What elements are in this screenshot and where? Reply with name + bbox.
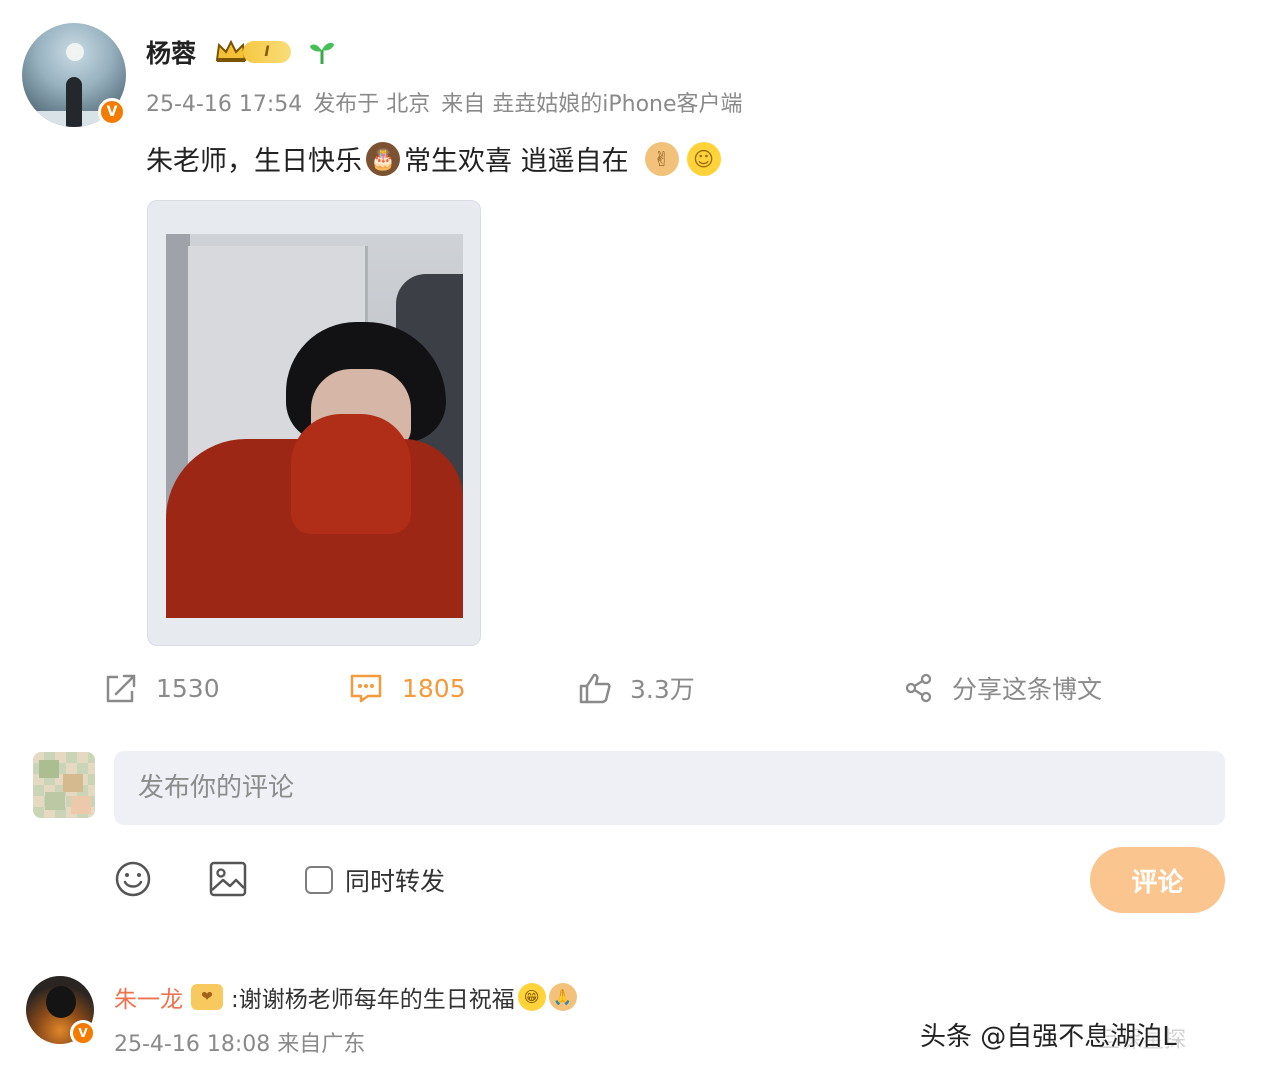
like-count: 3.3万 [630, 675, 695, 704]
author-name[interactable]: 杨蓉 [146, 34, 196, 70]
comment-input[interactable] [114, 751, 1225, 825]
verified-badge-icon: V [70, 1020, 96, 1046]
submit-comment-button[interactable]: 评论 [1090, 847, 1225, 913]
photo-collar [291, 414, 411, 534]
share-label: 分享这条博文 [952, 675, 1103, 704]
grin-emoji-icon: 😁 [517, 983, 546, 1011]
avatar-figure [66, 77, 82, 127]
post-image-card[interactable] [147, 200, 481, 646]
reply-source: 来自广东 [277, 1032, 366, 1057]
verified-badge-icon: V [98, 98, 126, 126]
thumbs-up-icon [579, 673, 611, 704]
cake-emoji-icon: 🎂 [366, 141, 400, 176]
avatar-head [46, 986, 76, 1018]
comment-count: 1805 [402, 673, 466, 703]
repost-too-label: 同时转发 [345, 867, 446, 896]
fan-badge-icon[interactable]: ❤ [191, 984, 223, 1010]
vip-level-badge[interactable]: I [243, 41, 291, 63]
victory-emoji-icon: ✌ [644, 141, 679, 176]
reply-timestamp[interactable]: 25-4-16 18:08 [114, 1032, 270, 1057]
like-button[interactable]: 3.3万 [578, 668, 695, 708]
watermark: 头条 @自强不息湖泊L [920, 1022, 1177, 1052]
repost-icon [106, 674, 136, 703]
avatar-sun [66, 43, 84, 61]
reply-author-name[interactable]: 朱一龙 [114, 980, 183, 1014]
share-button[interactable]: 分享这条博文 [904, 668, 1102, 708]
post-text-part2: 常生欢喜 逍遥自在 [404, 146, 629, 177]
share-icon [905, 673, 932, 703]
repost-count: 1530 [156, 673, 220, 703]
reply-meta: 25-4-16 18:08 来自广东 [114, 1026, 365, 1058]
comment-button[interactable]: 1805 [348, 668, 466, 708]
pray-emoji-icon: 🙏 [548, 983, 577, 1011]
post-body: 朱老师，生日快乐 🎂 常生欢喜 逍遥自在 ✌ ☺ [146, 139, 725, 178]
repost-button[interactable]: 1530 [104, 668, 220, 708]
current-user-avatar[interactable] [33, 752, 95, 818]
repost-too-checkbox[interactable] [305, 866, 333, 894]
avatar-pixel [45, 792, 65, 810]
repost-too-option[interactable]: 同时转发 [305, 862, 445, 898]
post-source: 来自 垚垚姑娘的iPhone客户端 [441, 92, 743, 117]
avatar-pixel [63, 774, 83, 792]
emoji-picker-icon[interactable] [114, 860, 152, 898]
post-photo[interactable] [166, 234, 463, 618]
comment-icon [350, 674, 382, 703]
post-timestamp[interactable]: 25-4-16 17:54 [146, 92, 302, 117]
avatar-pixel [39, 760, 59, 778]
smile-emoji-icon: ☺ [686, 141, 721, 176]
reply-text: :谢谢杨老师每年的生日祝福 [231, 987, 515, 1013]
reply-content: 朱一龙 ❤ :谢谢杨老师每年的生日祝福 😁 🙏 [114, 980, 577, 1014]
image-upload-icon[interactable] [208, 860, 248, 898]
post-location: 发布于 北京 [313, 92, 431, 117]
post-text-part1: 朱老师，生日快乐 [146, 146, 362, 177]
post-meta: 25-4-16 17:54 发布于 北京 来自 垚垚姑娘的iPhone客户端 [146, 86, 747, 118]
sprout-icon[interactable] [307, 38, 337, 66]
avatar-pixel [71, 796, 91, 814]
